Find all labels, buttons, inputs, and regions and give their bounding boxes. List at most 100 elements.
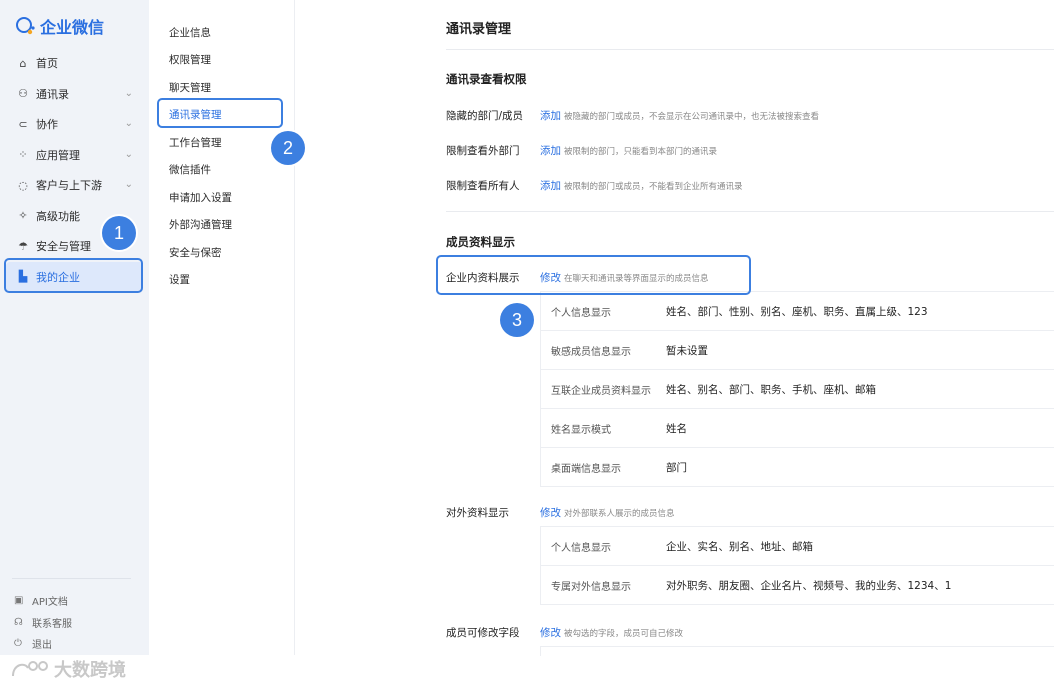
watermark-text: 大数跨境: [54, 660, 126, 681]
wecom-logo-icon: [16, 17, 35, 35]
internal-row: 互联企业成员资料显示 姓名、别名、部门、职务、手机、座机、邮箱: [541, 370, 1054, 409]
submenu-item-wechat-plugin[interactable]: 微信插件: [169, 162, 211, 177]
sidebar-item-customer[interactable]: ◌ 客户与上下游 ⌄: [0, 170, 149, 201]
hidden-members-label: 隐藏的部门/成员: [446, 110, 524, 122]
restrict-all-desc: 被限制的部门或成员，不能看到企业所有通讯录: [564, 182, 743, 192]
app-logo[interactable]: 企业微信: [14, 14, 104, 38]
sidebar-item-label: 安全与管理: [36, 240, 91, 254]
internal-row-key: 桌面端信息显示: [551, 464, 621, 475]
internal-row: 姓名显示模式 姓名: [541, 409, 1054, 448]
submenu-item-chat[interactable]: 聊天管理: [169, 80, 211, 95]
internal-row: 桌面端信息显示 部门: [541, 448, 1054, 486]
restrict-all-label: 限制查看所有人: [446, 180, 520, 192]
logout-icon: ⏻: [14, 638, 22, 650]
logout-label: 退出: [32, 640, 52, 652]
internal-row-key: 互联企业成员资料显示: [551, 386, 651, 397]
chevron-down-icon: ⌄: [124, 87, 133, 99]
external-row-key: 个人信息显示: [551, 543, 611, 554]
chevron-down-icon: ⌄: [124, 148, 133, 160]
sidebar-item-label: 通讯录: [36, 87, 69, 101]
external-row-key: 专属对外信息显示: [551, 582, 631, 593]
sidebar-item-label: 协作: [36, 118, 58, 132]
support-label: 联系客服: [32, 618, 72, 630]
contacts-icon: ⚇: [18, 87, 28, 101]
support-icon: ☊: [14, 616, 23, 628]
sidebar-divider: [12, 578, 131, 579]
sidebar: 企业微信 ⌂ 首页 ⚇ 通讯录 ⌄ ⊂ 协作 ⌄ ⁘ 应用管理 ⌄ ◌ 客户与上…: [0, 0, 149, 655]
hidden-members-add-link[interactable]: 添加: [540, 108, 561, 123]
internal-row-value: 姓名、别名、部门、职务、手机、座机、邮箱: [666, 384, 876, 396]
hidden-members-desc: 被隐藏的部门或成员，不会显示在公司通讯录中，也无法被搜索查看: [564, 112, 820, 122]
external-row-value: 对外职务、朋友圈、企业名片、视频号、我的业务、1234、1: [666, 580, 952, 592]
internal-row-value: 暂未设置: [666, 345, 708, 357]
sidebar-item-collab[interactable]: ⊂ 协作 ⌄: [0, 109, 149, 140]
step-badge-2: 2: [271, 131, 305, 165]
main-content: 通讯录管理 通讯录查看权限 隐藏的部门/成员 添加 被隐藏的部门或成员，不会显示…: [295, 0, 1054, 656]
api-doc-label: API文档: [32, 597, 68, 609]
section-divider: [446, 211, 1054, 212]
sidebar-bottom: ▣ API文档 ☊ 联系客服 ⏻ 退出: [0, 578, 149, 655]
internal-row: 个人信息显示 姓名、部门、性别、别名、座机、职务、直属上级、123: [541, 292, 1054, 331]
api-doc-icon: ▣: [14, 595, 24, 607]
chevron-down-icon: ⌄: [124, 118, 133, 129]
restrict-other-dept-desc: 被限制的部门，只能看到本部门的通讯录: [564, 147, 718, 157]
submenu-item-enterprise-info[interactable]: 企业信息: [169, 25, 211, 40]
internal-row-key: 姓名显示模式: [551, 425, 611, 436]
collab-icon: ⊂: [18, 117, 28, 131]
submenu-item-security[interactable]: 安全与保密: [169, 245, 222, 260]
sidebar-nav: ⌂ 首页 ⚇ 通讯录 ⌄ ⊂ 协作 ⌄ ⁘ 应用管理 ⌄ ◌ 客户与上下游 ⌄ …: [0, 48, 149, 292]
submenu-item-join-settings[interactable]: 申请加入设置: [169, 190, 232, 205]
external-display-label: 对外资料显示: [446, 507, 509, 519]
highlight-internal-display: [436, 255, 751, 295]
external-row: 专属对外信息显示 对外职务、朋友圈、企业名片、视频号、我的业务、1234、1: [541, 566, 1054, 604]
watermark-logo-icon: [12, 661, 48, 677]
apps-icon: ⁘: [18, 148, 28, 162]
submenu-item-settings[interactable]: 设置: [169, 272, 190, 287]
internal-row-key: 敏感成员信息显示: [551, 347, 631, 358]
title-divider: [446, 49, 1054, 50]
external-display-desc: 对外部联系人展示的成员信息: [564, 509, 675, 519]
app-logo-text: 企业微信: [40, 18, 105, 37]
logout-link[interactable]: ⏻ 退出: [0, 633, 149, 655]
editable-fields-label: 成员可修改字段: [446, 627, 520, 639]
external-display-box: 个人信息显示 企业、实名、别名、地址、邮箱 专属对外信息显示 对外职务、朋友圈、…: [540, 526, 1054, 605]
highlight-contacts-mgmt: [157, 98, 283, 128]
watermark: 大数跨境: [10, 656, 126, 682]
home-icon: ⌂: [19, 56, 27, 70]
sidebar-item-label: 应用管理: [36, 148, 80, 162]
editable-fields-edit-link[interactable]: 修改: [540, 625, 561, 640]
highlight-my-enterprise: [4, 258, 143, 293]
internal-row: 敏感成员信息显示 暂未设置: [541, 331, 1054, 370]
submenu-item-workbench[interactable]: 工作台管理: [169, 135, 222, 150]
sidebar-item-apps[interactable]: ⁘ 应用管理 ⌄: [0, 140, 149, 171]
external-row-value: 企业、实名、别名、地址、邮箱: [666, 541, 813, 553]
support-link[interactable]: ☊ 联系客服: [0, 612, 149, 634]
step-badge-3: 3: [500, 303, 534, 337]
internal-row-value: 部门: [666, 462, 687, 474]
member-display-title: 成员资料显示: [446, 235, 515, 249]
advanced-icon: ✧: [18, 209, 28, 223]
external-row: 个人信息显示 企业、实名、别名、地址、邮箱: [541, 527, 1054, 566]
internal-row-key: 个人信息显示: [551, 308, 611, 319]
step-badge-1: 1: [102, 216, 136, 250]
submenu-item-permissions[interactable]: 权限管理: [169, 52, 211, 67]
restrict-other-dept-label: 限制查看外部门: [446, 145, 520, 157]
internal-display-box: 个人信息显示 姓名、部门、性别、别名、座机、职务、直属上级、123 敏感成员信息…: [540, 291, 1054, 487]
sidebar-item-label: 客户与上下游: [36, 179, 102, 193]
editable-fields-desc: 被勾选的字段，成员可自己修改: [564, 629, 684, 639]
external-display-edit-link[interactable]: 修改: [540, 505, 561, 520]
editable-fields-box: [540, 646, 1054, 656]
internal-row-value: 姓名、部门、性别、别名、座机、职务、直属上级、123: [666, 306, 928, 318]
api-doc-link[interactable]: ▣ API文档: [0, 590, 149, 612]
chevron-down-icon: ⌄: [124, 179, 133, 190]
restrict-other-dept-add-link[interactable]: 添加: [540, 143, 561, 158]
customer-icon: ◌: [18, 178, 28, 192]
sidebar-item-label: 高级功能: [36, 209, 80, 223]
sidebar-item-contacts[interactable]: ⚇ 通讯录 ⌄: [0, 79, 149, 110]
sidebar-item-home[interactable]: ⌂ 首页: [0, 48, 149, 79]
view-perm-title: 通讯录查看权限: [446, 72, 527, 86]
restrict-all-add-link[interactable]: 添加: [540, 178, 561, 193]
submenu-item-external-comm[interactable]: 外部沟通管理: [169, 217, 232, 232]
sidebar-item-label: 首页: [36, 57, 58, 71]
security-icon: ☂: [18, 239, 28, 253]
